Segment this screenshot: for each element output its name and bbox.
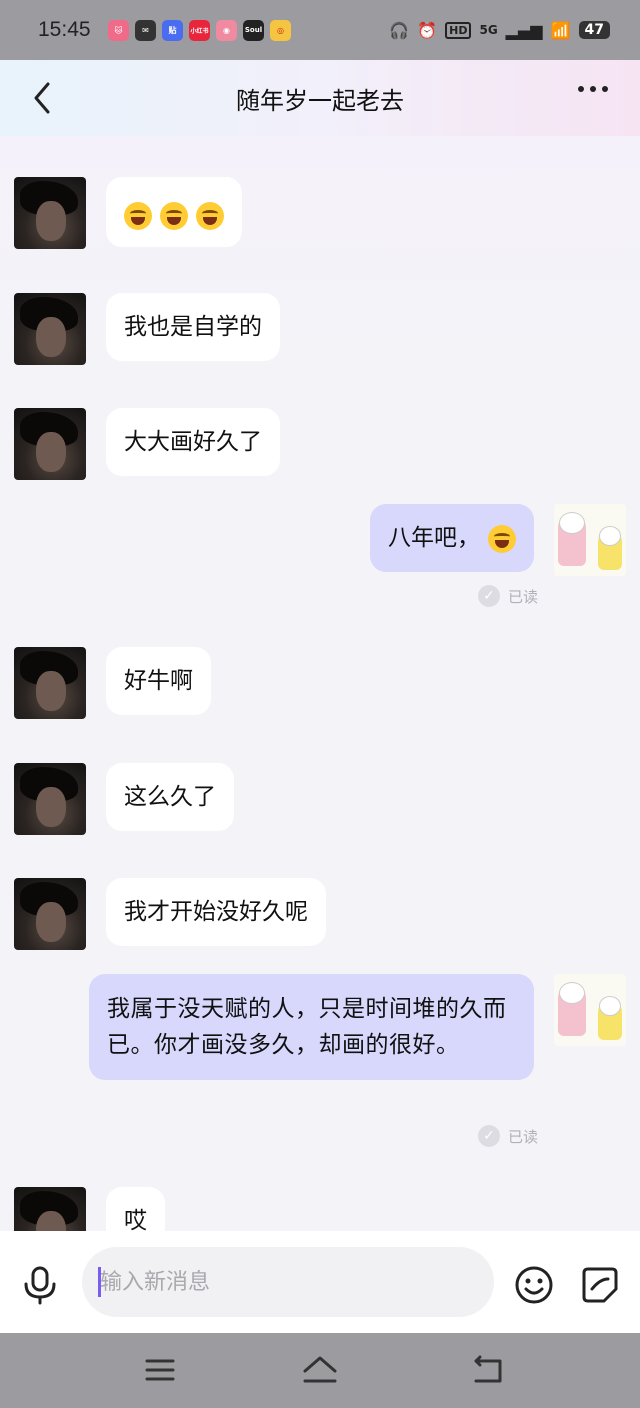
menu-nav-button[interactable] [140, 1355, 180, 1385]
check-icon: ✓ [478, 585, 500, 607]
chat-header: 随年岁一起老去 [0, 60, 640, 136]
my-avatar[interactable] [554, 974, 626, 1046]
message-bubble-left[interactable]: 我也是自学的 [106, 293, 280, 361]
read-label: 已读 [508, 1127, 539, 1146]
xiaohongshu-app-icon: 小红书 [189, 19, 210, 41]
headphones-icon: 🎧 [389, 20, 410, 40]
back-nav-button[interactable] [468, 1355, 508, 1385]
chat-message-list[interactable]: 我也是自学的 大大画好久了 八年吧， ✓ 已读 好牛啊 这么久了 我才开始没好久… [0, 136, 640, 1231]
message-bubble-left[interactable] [106, 177, 242, 247]
sticker-icon [582, 1267, 618, 1303]
voice-input-button[interactable] [20, 1265, 60, 1305]
more-options-button[interactable] [578, 86, 608, 92]
read-label: 已读 [508, 587, 539, 606]
read-receipt: ✓ 已读 [478, 585, 538, 607]
wifi-icon: 📶 [550, 20, 571, 40]
contact-avatar[interactable] [14, 177, 86, 249]
system-nav-bar [0, 1333, 640, 1408]
status-time: 15:45 [38, 18, 91, 41]
emoji-button[interactable] [514, 1265, 554, 1305]
battery-indicator: 47 [578, 21, 610, 39]
read-receipt: ✓ 已读 [478, 1125, 538, 1147]
tears-of-joy-emoji-icon [160, 201, 188, 230]
contact-avatar[interactable] [14, 878, 86, 950]
message-bubble-right[interactable]: 八年吧， [370, 504, 534, 572]
menu-icon [145, 1359, 175, 1381]
status-bar: 15:45 🐱 ✉ 贴 小红书 ◉ Soul ◎ 🎧 ⏰ HD 5G ▂▄▆ 📶… [0, 0, 640, 60]
check-icon: ✓ [478, 1125, 500, 1147]
hd-icon: HD [445, 21, 472, 39]
status-app-icons: 🐱 ✉ 贴 小红书 ◉ Soul ◎ [108, 19, 291, 41]
sticker-button[interactable] [580, 1265, 620, 1305]
my-avatar[interactable] [554, 504, 626, 576]
chat-title: 随年岁一起老去 [236, 86, 404, 115]
home-nav-button[interactable] [300, 1355, 340, 1385]
soul-app-icon: Soul [243, 19, 264, 41]
smiley-icon [515, 1266, 553, 1304]
message-bubble-right[interactable]: 我属于没天赋的人，只是时间堆的久而已。你才画没多久，却画的很好。 [89, 974, 534, 1080]
chevron-left-icon [34, 82, 50, 114]
more-dot-icon [578, 86, 584, 92]
contact-avatar[interactable] [14, 647, 86, 719]
message-bubble-left[interactable]: 我才开始没好久呢 [106, 878, 326, 946]
message-text: 八年吧， [388, 525, 480, 551]
weibo-app-icon: ◎ [270, 19, 291, 41]
cat-app-icon: 🐱 [108, 19, 129, 41]
message-input[interactable] [82, 1247, 494, 1317]
message-input-bar [0, 1231, 640, 1333]
inbox-app-icon: ✉ [135, 19, 156, 41]
message-bubble-left[interactable]: 这么久了 [106, 763, 234, 831]
status-right: 🎧 ⏰ HD 5G ▂▄▆ 📶 47 [389, 21, 610, 40]
tears-of-joy-emoji-icon [124, 201, 152, 230]
contact-avatar[interactable] [14, 763, 86, 835]
crying-emoji-icon [488, 524, 516, 553]
more-dot-icon [602, 86, 608, 92]
message-bubble-left[interactable]: 哎 [106, 1187, 165, 1231]
more-dot-icon [590, 86, 596, 92]
contact-avatar[interactable] [14, 408, 86, 480]
network-indicator: 5G [479, 23, 498, 37]
home-icon [303, 1356, 337, 1383]
tieba-app-icon: 贴 [162, 19, 183, 41]
microphone-icon [24, 1266, 56, 1305]
tears-of-joy-emoji-icon [196, 201, 224, 230]
message-bubble-left[interactable]: 好牛啊 [106, 647, 211, 715]
back-button[interactable] [26, 78, 58, 118]
pink-app-icon: ◉ [216, 19, 237, 41]
message-bubble-left[interactable]: 大大画好久了 [106, 408, 280, 476]
alarm-icon: ⏰ [417, 20, 438, 40]
contact-avatar[interactable] [14, 293, 86, 365]
signal-icon: ▂▄▆ [505, 20, 543, 40]
return-icon [474, 1355, 502, 1383]
contact-avatar[interactable] [14, 1187, 86, 1231]
text-caret [98, 1267, 101, 1297]
